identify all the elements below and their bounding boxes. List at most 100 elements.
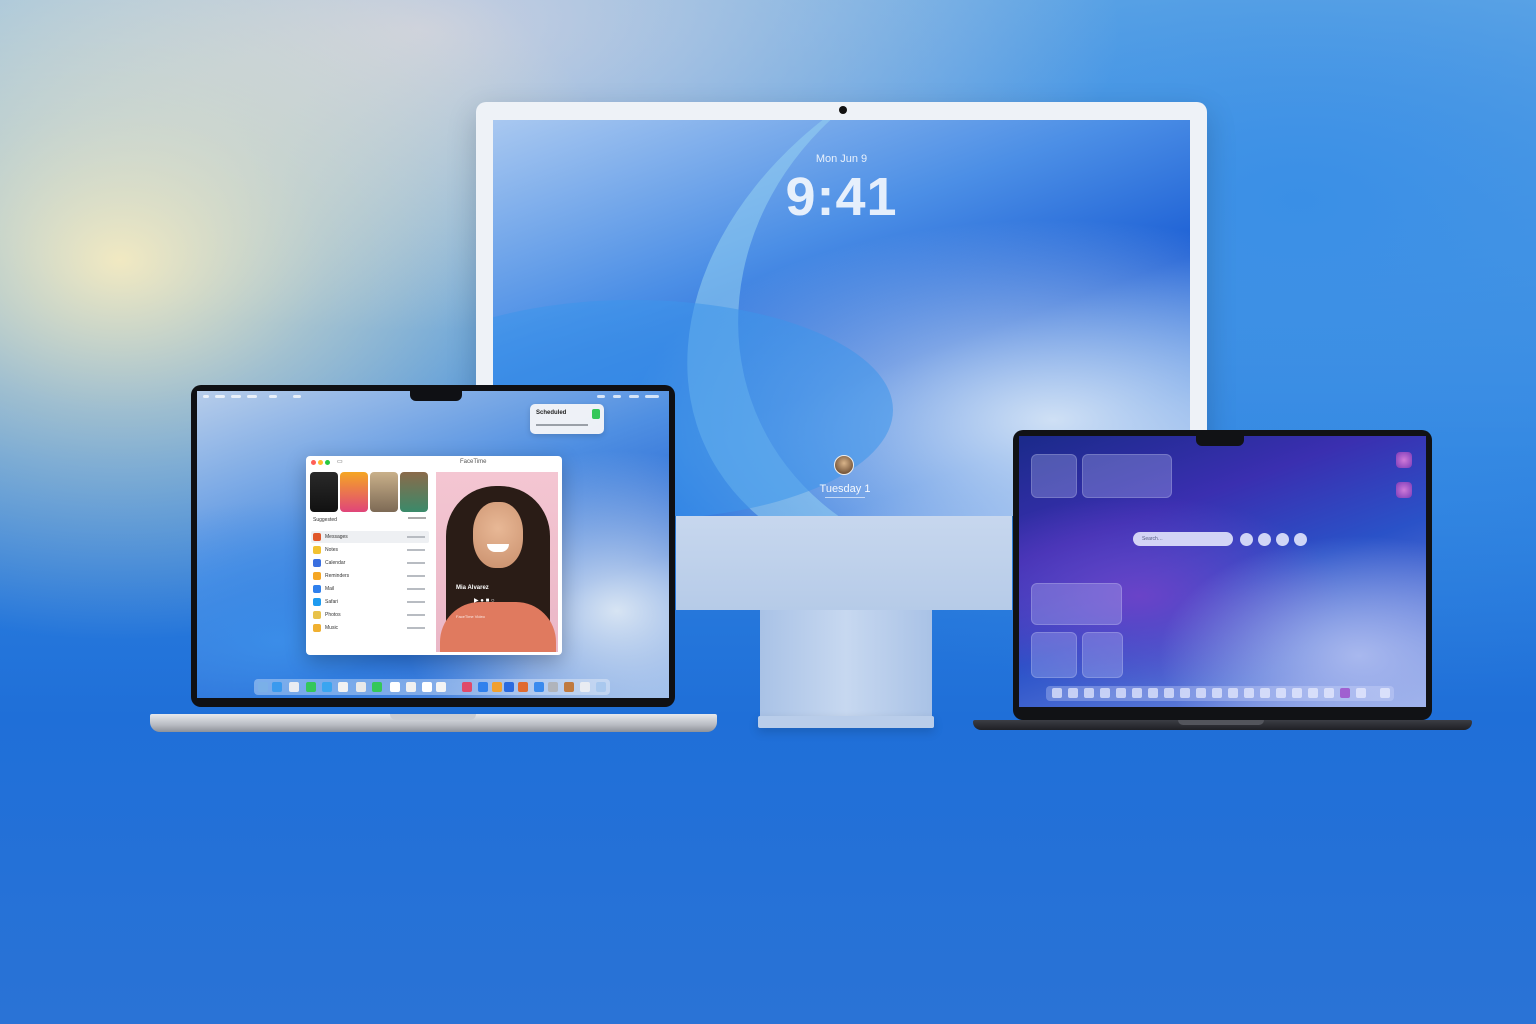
user-avatar[interactable] [834,455,854,475]
menu-clock[interactable] [645,395,659,398]
list-item[interactable]: Mail [311,583,429,595]
contact-tile[interactable] [340,472,368,512]
wifi-icon[interactable] [597,395,605,398]
macbook-air-desktop [1019,436,1426,707]
music-icon[interactable] [462,682,472,692]
list-item[interactable]: Music [311,622,429,634]
search-placeholder: Search… [1142,536,1163,542]
calendar-icon[interactable] [390,682,400,692]
photos-icon[interactable] [356,682,366,692]
notes-icon[interactable] [436,682,446,692]
mail-icon[interactable] [1116,688,1126,698]
photos-icon[interactable] [1148,688,1158,698]
list-item[interactable]: Photos [311,609,429,621]
widget[interactable] [1031,583,1122,625]
app-icon[interactable] [1340,688,1350,698]
list-item[interactable]: Notes [311,544,429,556]
facetime-video-preview[interactable] [436,472,558,652]
contact-tile[interactable] [310,472,338,512]
widget[interactable] [1082,454,1172,498]
app-icon[interactable] [1324,688,1334,698]
lid-notch [1178,720,1264,725]
list-item-label: Notes [325,547,339,553]
control-center-icon[interactable] [613,395,621,398]
list-item[interactable]: Reminders [311,570,429,582]
settings-icon[interactable] [1308,688,1318,698]
app-store-icon[interactable] [534,682,544,692]
safari-icon[interactable] [1084,688,1094,698]
app-icon[interactable] [564,682,574,692]
zoom-icon[interactable] [325,460,330,465]
call-controls[interactable]: ▶ ● ■ ○ [474,597,495,604]
keynote-icon[interactable] [478,682,488,692]
battery-icon[interactable] [629,395,639,398]
music-icon[interactable] [1244,688,1254,698]
contacts-icon[interactable] [406,682,416,692]
numbers-icon[interactable] [504,682,514,692]
list-item-label: Reminders [325,573,350,579]
reminders-icon[interactable] [1212,688,1222,698]
mail-icon[interactable] [322,682,332,692]
contact-tile[interactable] [400,472,428,512]
pages-icon[interactable] [492,682,502,692]
menu-item[interactable] [293,395,301,398]
launchpad-icon[interactable] [272,682,282,692]
video-icon[interactable]: ▭ [337,458,343,465]
podcasts-icon[interactable] [1276,688,1286,698]
app-icon[interactable] [1396,452,1412,468]
minimize-icon[interactable] [318,460,323,465]
finder-icon[interactable] [258,682,268,692]
user-name[interactable]: Tuesday 1 [793,483,897,495]
window-title: FaceTime [460,459,487,465]
list-item-label: Messages [325,534,348,540]
app-icon [313,598,321,606]
widget[interactable] [1082,632,1123,678]
tv-icon[interactable] [1260,688,1270,698]
actions-icon[interactable] [1276,533,1289,546]
facetime-icon[interactable] [1164,688,1174,698]
lid-notch [390,714,476,720]
menu-item[interactable] [215,395,225,398]
app-icon[interactable] [1356,688,1366,698]
trash-icon[interactable] [596,682,606,692]
notes-icon[interactable] [1228,688,1238,698]
camera-icon [839,106,847,114]
menu-item[interactable] [269,395,277,398]
close-icon[interactable] [311,460,316,465]
app-icon[interactable] [1396,482,1412,498]
app-store-icon[interactable] [1292,688,1302,698]
clipboard-icon[interactable] [1294,533,1307,546]
maps-icon[interactable] [338,682,348,692]
apps-icon[interactable] [1240,533,1253,546]
maps-icon[interactable] [1132,688,1142,698]
safari-icon[interactable] [289,682,299,692]
password-field[interactable] [825,497,865,498]
downloads-icon[interactable] [580,682,590,692]
contacts-icon[interactable] [1196,688,1206,698]
contact-tile[interactable] [370,472,398,512]
list-item-meta [407,614,425,616]
messages-icon[interactable] [306,682,316,692]
messages-icon[interactable] [1100,688,1110,698]
widget[interactable] [1031,454,1077,498]
books-icon[interactable] [518,682,528,692]
files-icon[interactable] [1258,533,1271,546]
widget[interactable] [1031,632,1077,678]
list-item-label: Calendar [325,560,346,566]
menu-item[interactable] [231,395,241,398]
reminders-icon[interactable] [422,682,432,692]
list-item[interactable]: Calendar [311,557,429,569]
app-icon [313,572,321,580]
list-item[interactable]: Messages [311,531,429,543]
finder-icon[interactable] [1052,688,1062,698]
section-action[interactable] [408,517,426,519]
settings-icon[interactable] [548,682,558,692]
list-item[interactable]: Safari [311,596,429,608]
launchpad-icon[interactable] [1068,688,1078,698]
facetime-icon[interactable] [372,682,382,692]
list-item-meta [407,575,425,577]
calendar-icon[interactable] [1180,688,1190,698]
trash-icon[interactable] [1380,688,1390,698]
apple-menu-icon[interactable] [203,395,209,398]
menu-item[interactable] [247,395,257,398]
